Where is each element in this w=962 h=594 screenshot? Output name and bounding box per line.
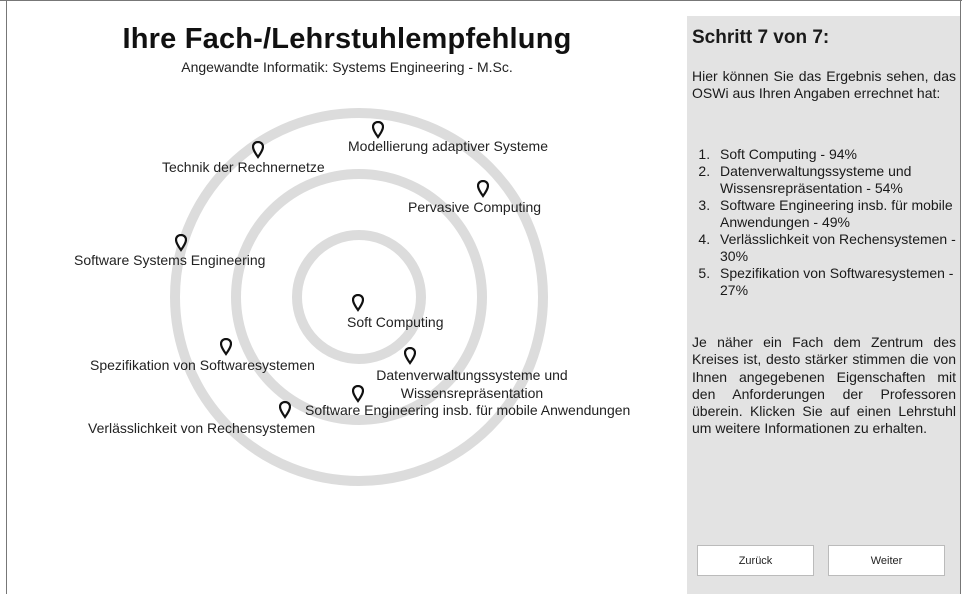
- page-title: Ihre Fach-/Lehrstuhlempfehlung: [122, 23, 572, 55]
- map-pin-icon[interactable]: [279, 401, 291, 419]
- recommendation-label[interactable]: Datenverwaltungssysteme und Wissensreprä…: [367, 366, 577, 402]
- recommendation-label[interactable]: Modellierung adaptiver Systeme: [348, 138, 548, 154]
- map-pin-icon[interactable]: [220, 338, 232, 356]
- recommendation-label[interactable]: Soft Computing: [347, 314, 444, 330]
- map-pin-icon[interactable]: [477, 180, 489, 198]
- recommendation-label[interactable]: Pervasive Computing: [408, 199, 541, 215]
- ranking-item: Software Engineering insb. für mobile An…: [714, 197, 962, 231]
- result-area: Ihre Fach-/Lehrstuhlempfehlung Angewandt…: [7, 1, 687, 594]
- target-rings: [170, 108, 548, 486]
- explanation-text: Je näher ein Fach dem Zentrum des Kreise…: [692, 334, 956, 437]
- back-button[interactable]: Zurück: [697, 545, 814, 576]
- ranking-item: Spezifikation von Softwaresystemen - 27%: [714, 265, 962, 299]
- ranking-item: Verlässlichkeit von Rechensystemen - 30%: [714, 231, 962, 265]
- step-panel: Schritt 7 von 7: Hier können Sie das Erg…: [687, 16, 960, 594]
- recommendation-label[interactable]: Verlässlichkeit von Rechensystemen: [88, 420, 315, 436]
- ranking-list: Soft Computing - 94% Datenverwaltungssys…: [696, 146, 962, 299]
- map-pin-icon[interactable]: [352, 294, 364, 312]
- next-button[interactable]: Weiter: [828, 545, 945, 576]
- map-pin-icon[interactable]: [352, 385, 364, 403]
- ranking-item: Datenverwaltungssysteme und Wissensreprä…: [714, 163, 962, 197]
- program-subtitle: Angewandte Informatik: Systems Engineeri…: [181, 59, 513, 75]
- recommendation-label[interactable]: Technik der Rechnernetze: [162, 159, 325, 175]
- recommendation-label[interactable]: Software Systems Engineering: [74, 252, 265, 268]
- intro-text: Hier können Sie das Ergebnis sehen, das …: [692, 68, 956, 101]
- ranking-item: Soft Computing - 94%: [714, 146, 962, 163]
- map-pin-icon[interactable]: [252, 141, 264, 159]
- recommendation-label[interactable]: Software Engineering insb. für mobile An…: [305, 402, 630, 418]
- recommendation-label[interactable]: Spezifikation von Softwaresystemen: [90, 357, 315, 373]
- map-pin-icon[interactable]: [175, 234, 187, 252]
- step-title: Schritt 7 von 7:: [692, 27, 830, 48]
- map-pin-icon[interactable]: [404, 347, 416, 365]
- map-pin-icon[interactable]: [372, 121, 384, 139]
